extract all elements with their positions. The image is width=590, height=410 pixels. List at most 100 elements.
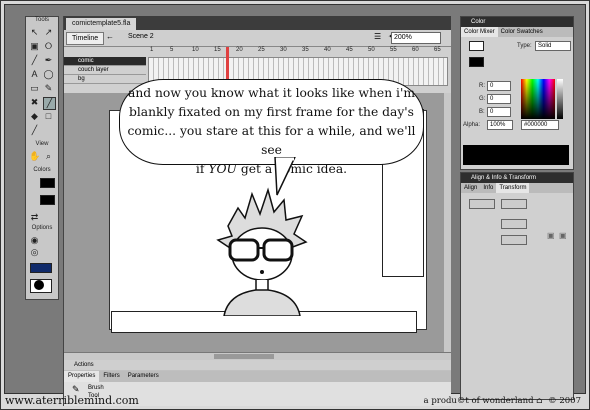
stroke-swatch[interactable] (469, 41, 484, 51)
layer-couch[interactable]: couch layer (64, 66, 146, 75)
scroll-thumb[interactable] (214, 354, 274, 359)
arrow-tool-icon[interactable]: ↖ (29, 27, 40, 38)
r-input[interactable]: 0 (487, 81, 511, 91)
frame-number: 1 (150, 47, 154, 53)
alpha-label: Alpha: (463, 122, 481, 128)
frame-number: 20 (236, 47, 243, 53)
tab-color-swatches[interactable]: Color Swatches (498, 27, 546, 37)
comic-frame: Tools ↖ ↗ ▣ ⭘ ╱ ✒ A ◯ ▭ ✎ ╱ ✖ ◆ □ ╱ View… (0, 0, 590, 410)
tab-info[interactable]: Info (480, 183, 496, 193)
frame-number: 55 (390, 47, 397, 53)
frame-number: 65 (434, 47, 441, 53)
frame-number: 50 (368, 47, 375, 53)
edit-bar: Timeline ← Scene 2 ☰ ✦ 200% (64, 30, 451, 47)
lock-fill-icon[interactable]: ◉ (29, 235, 40, 246)
back-arrow-icon[interactable]: ← (106, 32, 114, 41)
frame-number: 30 (280, 47, 287, 53)
vertical-scrollbar[interactable] (444, 93, 451, 352)
b-input[interactable]: 0 (487, 107, 511, 117)
actions-panel-header[interactable]: Actions (64, 360, 451, 370)
reset-transform-icon[interactable]: ▣ (559, 231, 567, 240)
type-label: Type: (517, 43, 532, 49)
transform-tool-icon[interactable]: ▣ (29, 41, 40, 52)
flash-app-window: Tools ↖ ↗ ▣ ⭘ ╱ ✒ A ◯ ▭ ✎ ╱ ✖ ◆ □ ╱ View… (4, 4, 586, 406)
brush-size-select[interactable] (30, 263, 52, 273)
rectangle-tool-icon[interactable]: ▭ (29, 83, 40, 94)
tab-transform[interactable]: Transform (496, 183, 530, 193)
character-drawing (216, 187, 308, 316)
bubble-line: blankly fixated on my first frame for th… (129, 105, 414, 119)
alpha-input[interactable]: 100% (487, 120, 513, 130)
tab-properties[interactable]: Properties (64, 371, 100, 382)
zoom-select[interactable]: 200% (391, 32, 441, 44)
eraser-tool-icon[interactable]: □ (43, 111, 54, 122)
color-spectrum[interactable] (521, 79, 555, 119)
properties-tabs: Properties Filters Parameters (64, 371, 451, 382)
layer-bg[interactable]: bg (64, 75, 146, 84)
brush-mode-icon[interactable]: ◎ (29, 247, 40, 258)
brush-shape-icon (34, 280, 44, 290)
oval-tool-icon[interactable]: ◯ (43, 69, 54, 80)
layer-comic[interactable]: comic (64, 57, 146, 66)
hand-tool-icon[interactable]: ✋ (29, 151, 40, 162)
brush-tool-icon[interactable]: ╱ (43, 97, 56, 110)
bubble-tail (274, 157, 296, 196)
view-label: View (35, 141, 49, 147)
timeline-button[interactable]: Timeline (66, 32, 105, 45)
subselect-tool-icon[interactable]: ↗ (43, 27, 54, 38)
lasso-tool-icon[interactable]: ⭘ (43, 41, 54, 52)
document-tabs: comictemplate5.fla (64, 16, 451, 30)
pen-tool-icon[interactable]: ✒ (43, 55, 54, 66)
tab-color-mixer[interactable]: Color Mixer (461, 27, 498, 37)
width-input[interactable] (469, 199, 495, 209)
copyright-text: © 2007 (548, 396, 581, 406)
align-panel-title[interactable]: Align & Info & Transform (461, 173, 573, 183)
frame-number: 10 (192, 47, 199, 53)
rotate-input[interactable] (501, 219, 527, 229)
edit-scene-icon[interactable]: ☰ (374, 32, 381, 41)
text-tool-icon[interactable]: A (29, 69, 40, 80)
credit-text: a produ©t of wonderland (423, 396, 534, 406)
paint-bucket-icon[interactable]: ◆ (29, 111, 40, 122)
g-input[interactable]: 0 (487, 94, 511, 104)
bubble-line: if YOU get a comic idea. (120, 160, 423, 179)
pencil-tool-icon[interactable]: ✎ (43, 83, 54, 94)
color-panel-title[interactable]: Color (461, 17, 573, 27)
speech-bubble: and now you know what it looks like when… (119, 79, 424, 176)
eyedropper-icon[interactable]: ╱ (29, 125, 40, 136)
color-preview (463, 145, 569, 165)
document-window: comictemplate5.fla Timeline ← Scene 2 ☰ … (63, 16, 451, 406)
type-select[interactable]: Solid (535, 41, 571, 51)
height-input[interactable] (501, 199, 527, 209)
frame-number: 40 (324, 47, 331, 53)
ink-bottle-icon[interactable]: ✖ (29, 97, 40, 108)
tab-parameters[interactable]: Parameters (124, 371, 163, 382)
frame-number: 60 (412, 47, 419, 53)
site-url: www.aterriblemind.com (5, 394, 139, 407)
bubble-emphasis: YOU (208, 162, 237, 176)
r-label: R: (479, 83, 485, 89)
frame-number: 45 (346, 47, 353, 53)
colors-label: Colors (33, 167, 51, 173)
hex-input[interactable]: #000000 (521, 120, 559, 130)
line-tool-icon[interactable]: ╱ (29, 55, 40, 66)
align-info-transform-panel: Align & Info & Transform Align Info Transf… (460, 172, 574, 400)
brightness-slider[interactable] (557, 79, 563, 119)
stroke-color-swatch[interactable] (40, 178, 55, 188)
color-panel-tabs: Color Mixer Color Swatches (461, 27, 573, 37)
bubble-text: if (195, 162, 205, 176)
align-panel-tabs: Align Info Transform (461, 183, 573, 193)
g-label: G: (479, 96, 486, 102)
fill-color-swatch[interactable] (40, 195, 55, 205)
frame-number: 5 (170, 47, 174, 53)
tab-filters[interactable]: Filters (99, 371, 123, 382)
document-tab[interactable]: comictemplate5.fla (66, 18, 137, 30)
options-label: Options (31, 225, 53, 231)
skew-input[interactable] (501, 235, 527, 245)
fill-swatch[interactable] (469, 57, 484, 67)
tab-align[interactable]: Align (461, 183, 480, 193)
zoom-tool-icon[interactable]: ⌕ (43, 151, 54, 162)
copy-transform-icon[interactable]: ▣ (547, 231, 555, 240)
swap-colors-icon[interactable]: ⇄ (29, 212, 40, 223)
frame-number: 15 (214, 47, 221, 53)
